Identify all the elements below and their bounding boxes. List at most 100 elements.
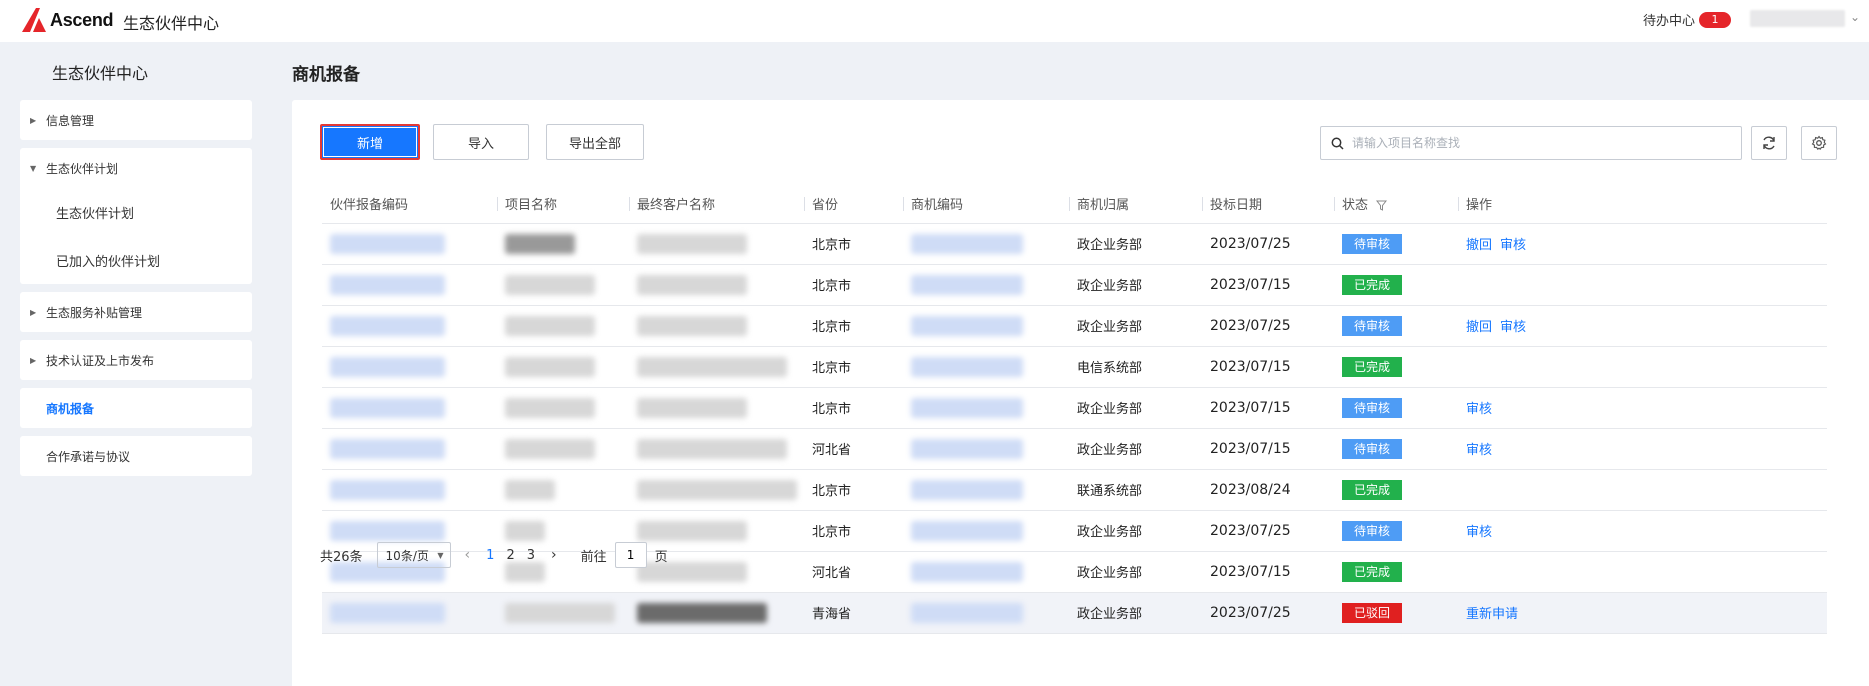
redacted-customer-name	[637, 356, 787, 377]
cell-owner: 政企业务部	[1069, 592, 1202, 634]
table-row[interactable]: 北京市 联通系统部 2023/08/24 已完成	[322, 469, 1827, 511]
status-badge: 已完成	[1342, 274, 1402, 295]
redacted-project-name	[505, 438, 595, 459]
row-action-link[interactable]: 审核	[1466, 525, 1492, 540]
col-province: 省份	[804, 185, 903, 224]
caret-right-icon: ▶	[30, 307, 37, 317]
prev-page-icon[interactable]: ‹	[465, 547, 471, 563]
goto-page-input[interactable]	[614, 542, 647, 568]
add-button[interactable]: 新增	[320, 124, 420, 160]
redacted-project-name	[505, 233, 575, 254]
redacted-project-name	[505, 315, 595, 336]
cell-bid-date: 2023/07/25	[1202, 510, 1334, 552]
row-action-link[interactable]: 重新申请	[1466, 607, 1518, 622]
table-row[interactable]: 北京市 政企业务部 2023/07/15 待审核 审核	[322, 387, 1827, 429]
cell-partner-code[interactable]	[322, 346, 497, 388]
row-action-link[interactable]: 审核	[1500, 238, 1526, 253]
search-input[interactable]	[1352, 136, 1732, 150]
col-customer-name: 最终客户名称	[629, 185, 804, 224]
redacted-customer-name	[637, 438, 787, 459]
sidebar-group-info[interactable]: ▶ 信息管理	[20, 100, 252, 140]
refresh-icon	[1763, 136, 1775, 150]
todo-center-link[interactable]: 待办中心 1	[1643, 10, 1732, 29]
redacted-partner-code	[330, 274, 445, 295]
sidebar-item-certification[interactable]: ▶ 技术认证及上市发布	[20, 340, 252, 380]
caret-right-icon: ▶	[30, 355, 37, 365]
row-action-link[interactable]: 审核	[1500, 320, 1526, 335]
sidebar-group-subsidy[interactable]: ▶ 生态服务补贴管理	[20, 292, 252, 332]
redacted-partner-code	[330, 397, 445, 418]
cell-project-name	[497, 223, 629, 265]
cell-actions	[1458, 346, 1827, 388]
page-number[interactable]: 3	[527, 548, 535, 563]
sidebar-group-certification[interactable]: ▶ 技术认证及上市发布	[20, 340, 252, 380]
cell-project-name	[497, 469, 629, 511]
row-action-link[interactable]: 撤回	[1466, 320, 1492, 335]
ascend-logo[interactable]: Ascend	[20, 6, 114, 34]
sidebar-group-opportunity[interactable]: 商机报备	[20, 388, 252, 428]
sidebar-item-opportunity-report[interactable]: 商机报备	[20, 388, 252, 428]
sidebar-subitem-joined-plans[interactable]: 已加入的伙伴计划	[20, 236, 252, 284]
user-name-redacted[interactable]	[1750, 10, 1845, 27]
cell-opportunity-code	[903, 551, 1069, 593]
sidebar-item-agreements[interactable]: 合作承诺与协议	[20, 436, 252, 476]
chevron-down-icon[interactable]: ⌄	[1850, 10, 1860, 24]
next-page-icon[interactable]: ›	[551, 547, 557, 563]
sidebar-subitem-partner-plan[interactable]: 生态伙伴计划	[20, 188, 252, 236]
status-badge: 已完成	[1342, 479, 1402, 500]
cell-project-name	[497, 592, 629, 634]
sidebar-group-agreements[interactable]: 合作承诺与协议	[20, 436, 252, 476]
cell-owner: 政企业务部	[1069, 264, 1202, 306]
pagination: 共26条 10条/页 ▼ ‹ 1 2 3 › 前往 页	[320, 542, 668, 568]
row-action-link[interactable]: 审核	[1466, 443, 1492, 458]
table-row[interactable]: 北京市 政企业务部 2023/07/25 待审核 撤回 审核	[322, 223, 1827, 265]
table-header-row: 伙伴报备编码 项目名称 最终客户名称 省份 商机编码 商机归属 投标日期 状态 …	[322, 185, 1827, 224]
cell-partner-code[interactable]	[322, 264, 497, 306]
cell-partner-code[interactable]	[322, 469, 497, 511]
page-size-select[interactable]: 10条/页 ▼	[376, 542, 451, 568]
redacted-project-name	[505, 274, 595, 295]
table-row[interactable]: 北京市 政企业务部 2023/07/25 待审核 撤回 审核	[322, 305, 1827, 347]
status-badge: 待审核	[1342, 520, 1402, 541]
page-number[interactable]: 2	[506, 548, 514, 563]
sidebar-item-info-management[interactable]: ▶ 信息管理	[20, 100, 252, 140]
filter-icon[interactable]	[1376, 200, 1388, 212]
cell-owner: 政企业务部	[1069, 551, 1202, 593]
todo-count-badge: 1	[1699, 11, 1732, 28]
export-all-button[interactable]: 导出全部	[546, 124, 644, 160]
cell-province: 青海省	[804, 592, 903, 634]
redacted-partner-code	[330, 356, 445, 377]
status-badge: 待审核	[1342, 233, 1402, 254]
main-panel: 新增 导入 导出全部 伙伴报备编码 项目名称 最终客户名称 省份	[292, 100, 1869, 686]
cell-owner: 政企业务部	[1069, 510, 1202, 552]
table-row[interactable]: 河北省 政企业务部 2023/07/15 待审核 审核	[322, 428, 1827, 470]
redacted-opportunity-code	[911, 233, 1023, 254]
cell-partner-code[interactable]	[322, 223, 497, 265]
sidebar-item-subsidy[interactable]: ▶ 生态服务补贴管理	[20, 292, 252, 332]
page-number[interactable]: 1	[486, 548, 494, 563]
settings-button[interactable]	[1801, 126, 1837, 160]
cell-actions	[1458, 469, 1827, 511]
cell-actions: 撤回 审核	[1458, 305, 1827, 347]
cell-project-name	[497, 264, 629, 306]
table-row[interactable]: 青海省 政企业务部 2023/07/25 已驳回 重新申请	[322, 592, 1827, 634]
cell-partner-code[interactable]	[322, 387, 497, 429]
table-row[interactable]: 北京市 政企业务部 2023/07/15 已完成	[322, 264, 1827, 306]
cell-partner-code[interactable]	[322, 592, 497, 634]
cell-actions: 审核	[1458, 510, 1827, 552]
cell-owner: 电信系统部	[1069, 346, 1202, 388]
search-box[interactable]	[1320, 126, 1742, 160]
refresh-button[interactable]	[1751, 126, 1787, 160]
cell-opportunity-code	[903, 387, 1069, 429]
cell-bid-date: 2023/08/24	[1202, 469, 1334, 511]
table-row[interactable]: 北京市 电信系统部 2023/07/15 已完成	[322, 346, 1827, 388]
cell-province: 河北省	[804, 428, 903, 470]
cell-opportunity-code	[903, 510, 1069, 552]
cell-partner-code[interactable]	[322, 428, 497, 470]
redacted-customer-name	[637, 274, 747, 295]
import-button[interactable]: 导入	[433, 124, 529, 160]
cell-partner-code[interactable]	[322, 305, 497, 347]
sidebar-item-partner-plan[interactable]: ▼ 生态伙伴计划	[20, 148, 252, 188]
row-action-link[interactable]: 撤回	[1466, 238, 1492, 253]
row-action-link[interactable]: 审核	[1466, 402, 1492, 417]
